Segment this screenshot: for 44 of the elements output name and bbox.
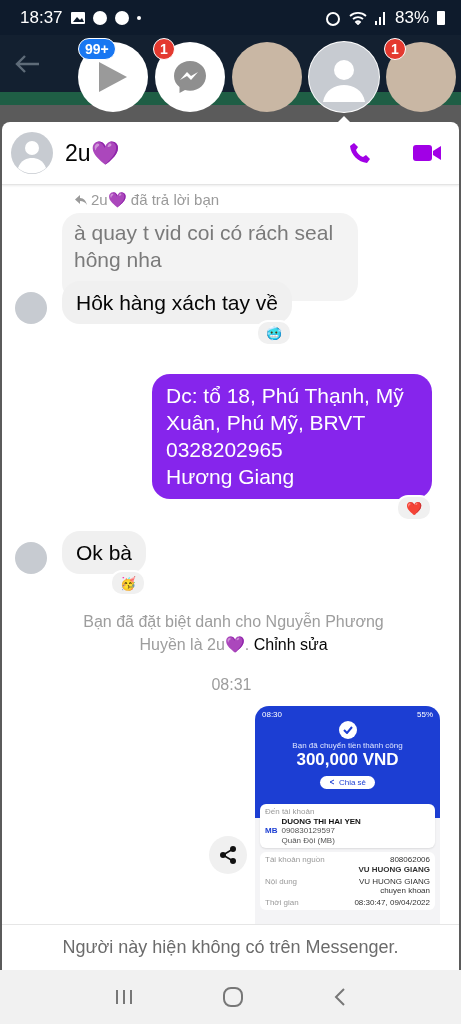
share-icon [328,779,335,786]
play-icon [97,60,129,94]
avatar [15,292,47,324]
message-bubble: Dc: tổ 18, Phú Thạnh, Mỹ Xuân, Phú Mỹ, BRVT 0328202965 Hương Giang [152,374,432,499]
wifi-icon [348,10,367,25]
phone-icon[interactable] [349,142,371,164]
transfer-amount: 300,000 VND [296,750,399,771]
gallery-icon [70,11,85,24]
system-message: Bạn đã đặt biệt danh cho Nguyễn Phương Huyền là 2u💜. Chỉnh sửa [82,611,385,655]
check-icon [342,725,353,734]
edit-link[interactable]: Chỉnh sửa [253,636,328,653]
recipient-card: Đến tài khoản MB DUONG THI HAI YEN 090830129597 Quân Đội (MB) [260,804,435,849]
timestamp: 08:31 [210,676,253,694]
reaction-emoji: ❤ [396,495,432,521]
dot-icon [136,15,141,20]
battery-icon [437,10,445,25]
battery-level: 83% [394,7,429,28]
message-bubble: Ok bà [62,531,147,574]
reaction-emoji: 🥳 [110,570,147,596]
reaction-emoji: 🥶 [255,320,292,346]
success-message: Bạn đã chuyển tiền thành công [292,740,403,751]
reply-icon [75,195,87,205]
avatar [15,542,47,574]
alarm-icon [324,9,341,26]
detail-card: Tài khoản nguồn 808062006 VU HUONG GIANG Nội dung VU HUONG GIANG chuyen khoan Thời gian 08:30:47, 09/04/2022 [260,852,435,911]
share-pill: Chia sẻ [319,775,376,790]
share-button[interactable] [209,836,247,874]
back-icon [333,987,346,1007]
bank-logo: MB [265,826,278,836]
unread-badge: 99+ [78,38,116,60]
home-icon [223,987,244,1007]
transfer-screenshot[interactable] [255,706,440,924]
status-time: 18:37 [20,7,63,28]
recents-icon [115,988,134,1006]
back-arrow-icon [14,53,40,74]
share-icon [218,845,238,865]
screenshot-time: 08:30 [262,710,283,720]
reply-note: 2u💜 đã trả lời bạn [75,191,432,209]
unavailable-notice: Người này hiện không có trên Messenger. [62,937,399,958]
avatar-icon [11,132,53,174]
contact-name: 2u💜 [65,139,121,167]
screenshot-battery: 55% [417,710,433,720]
video-camera-icon[interactable] [413,144,441,162]
signal-icon [374,10,387,25]
